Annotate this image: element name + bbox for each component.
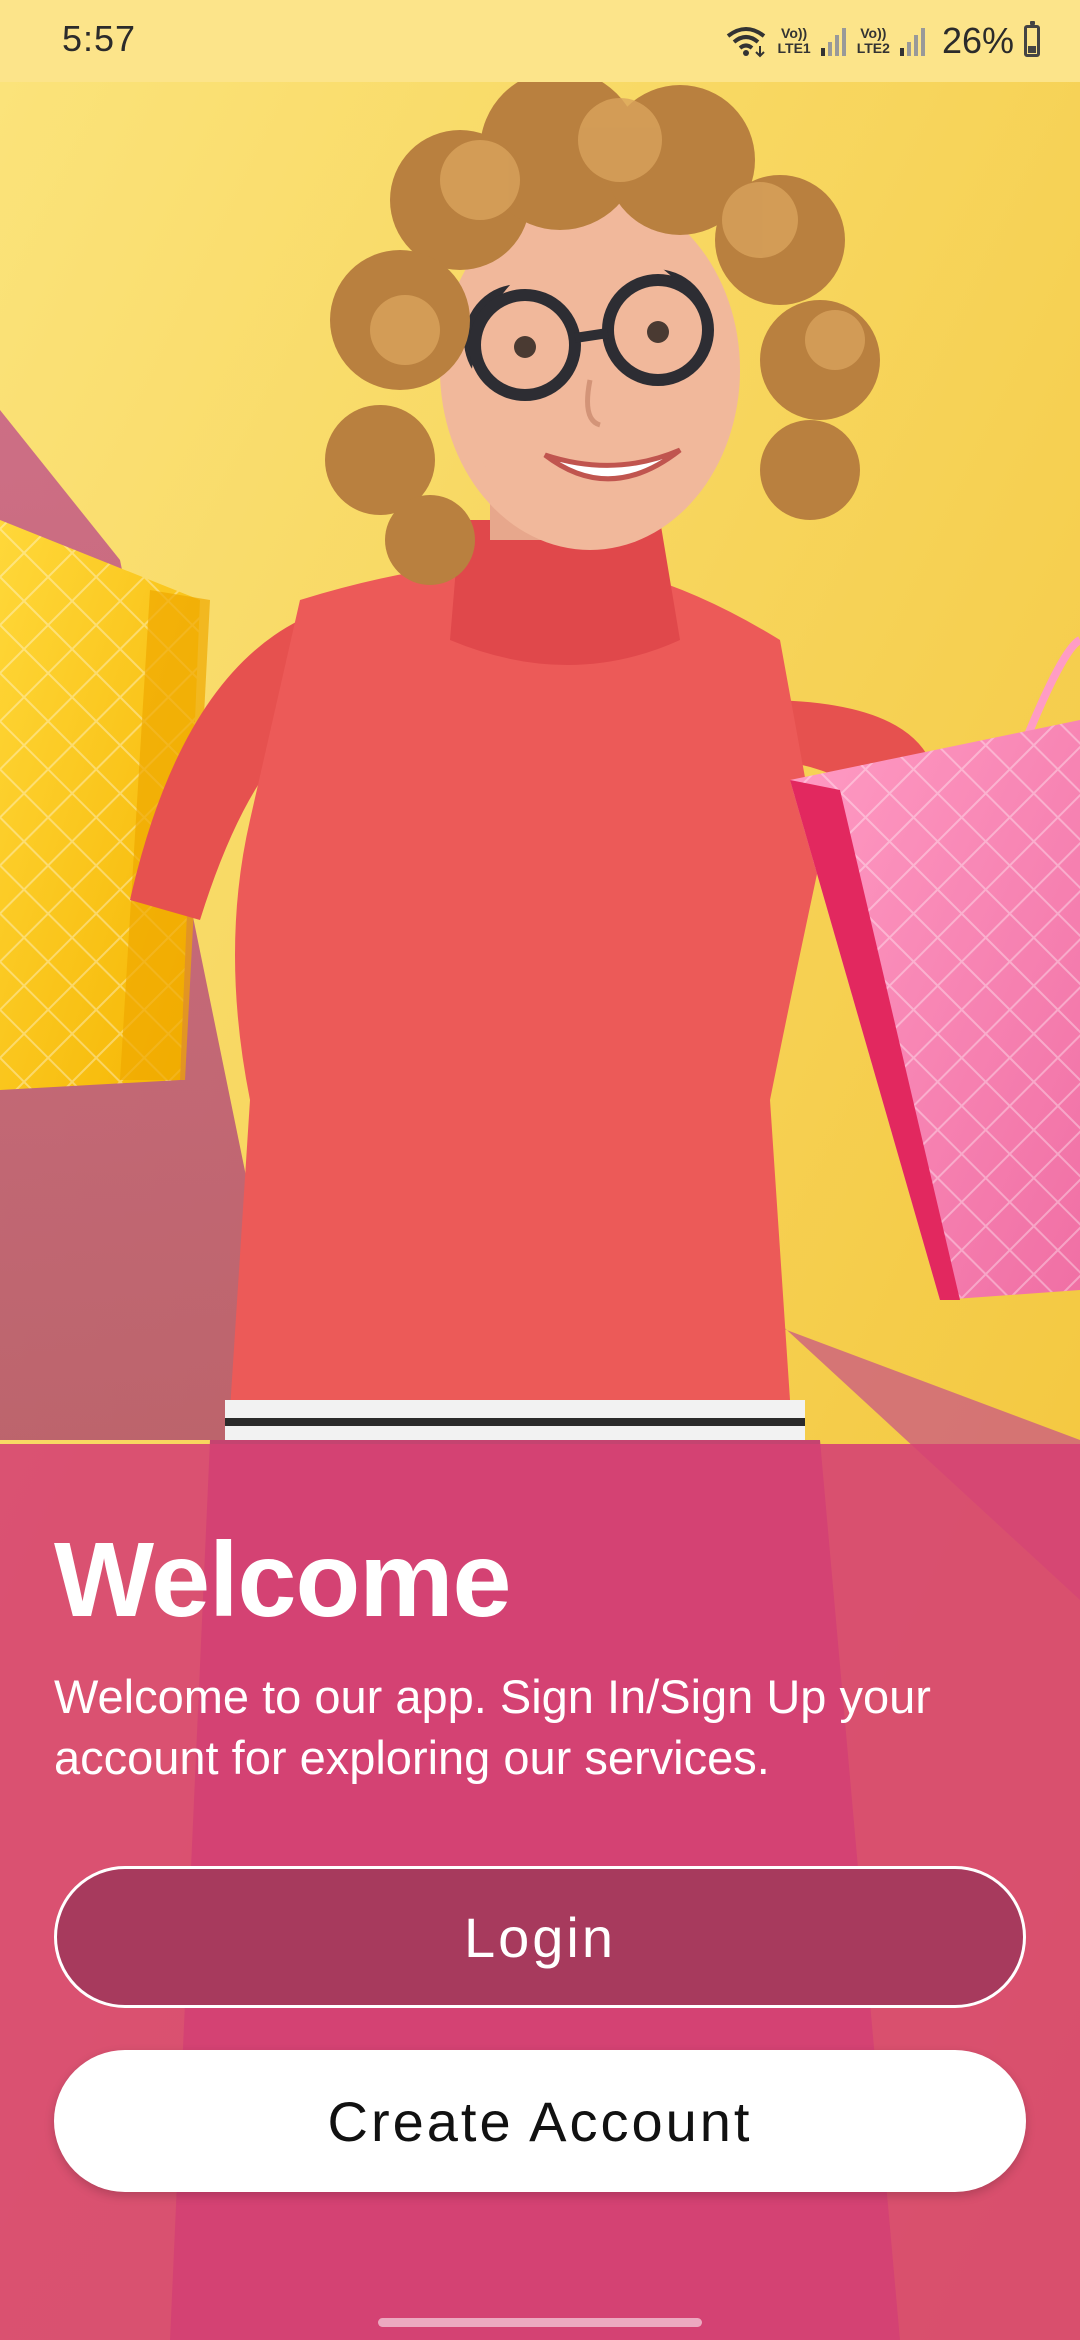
battery-percent: 26% [941,20,1014,61]
battery-icon [1024,21,1040,57]
status-icons: Vo)) LTE1 Vo)) LTE2 26% [724,14,1040,68]
signal-icon [899,28,925,56]
home-indicator[interactable] [378,2318,702,2327]
sim2-label: Vo)) LTE2 [856,25,890,56]
create-account-button[interactable]: Create Account [54,2050,1026,2192]
welcome-title: Welcome [54,1521,511,1639]
sim1-label: Vo)) LTE1 [777,25,811,56]
login-button[interactable]: Login [54,1866,1026,2008]
wifi-icon [726,27,765,58]
signal-icon [820,28,846,56]
welcome-panel: Welcome Welcome to our app. Sign In/Sign… [0,1444,1080,2340]
status-time: 5:57 [62,18,137,59]
status-bar: 5:57 Vo)) LTE1 Vo)) LTE2 26% [0,0,1080,82]
welcome-description: Welcome to our app. Sign In/Sign Up your… [54,1670,931,1784]
